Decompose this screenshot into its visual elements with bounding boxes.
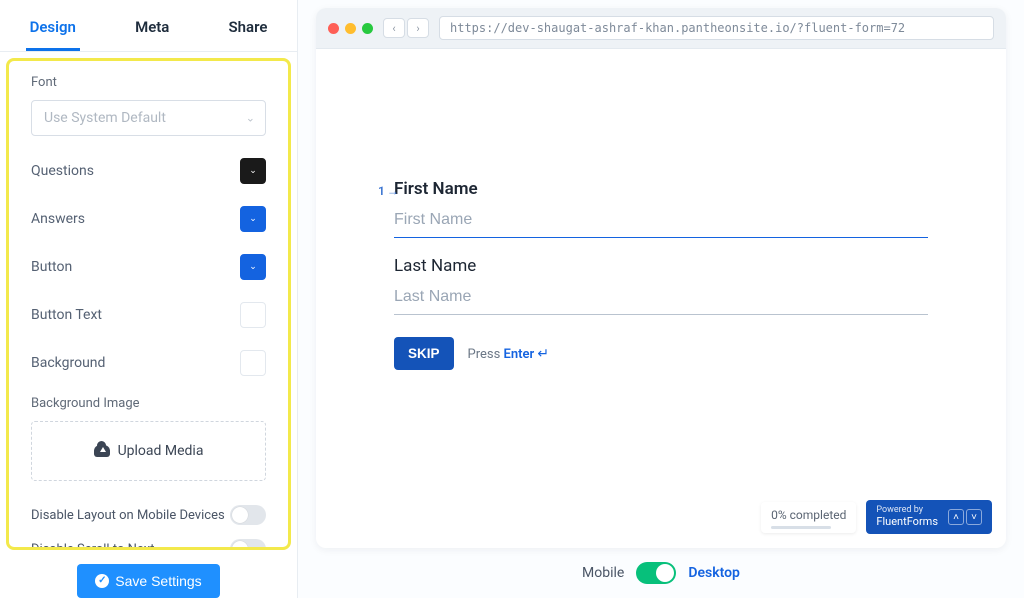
chevron-left-icon: ‹	[392, 22, 395, 35]
chevron-down-icon[interactable]: ˅	[966, 509, 982, 525]
save-settings-label: Save Settings	[115, 573, 201, 589]
first-name-field: First Name	[394, 179, 928, 238]
chevron-down-icon: ⌄	[249, 166, 257, 176]
chevron-up-icon[interactable]: ˄	[948, 509, 964, 525]
toggle-disable-scroll: Disable Scroll to Next	[31, 539, 266, 550]
enter-key-icon: ↵	[537, 346, 549, 362]
row-button-text: Button Text	[31, 302, 266, 328]
window-controls	[328, 23, 373, 34]
background-label: Background	[31, 355, 105, 371]
background-color-swatch[interactable]	[240, 350, 266, 376]
toggle-disable-scroll-switch[interactable]	[230, 539, 266, 550]
button-color-swatch[interactable]: ⌄	[240, 254, 266, 280]
chevron-down-icon: ⌄	[246, 112, 255, 125]
device-desktop-label[interactable]: Desktop	[688, 565, 740, 581]
sidebar-tabs: Design Meta Share	[0, 0, 297, 52]
skip-button[interactable]: SKIP	[394, 337, 454, 370]
button-text-label: Button Text	[31, 307, 102, 323]
questions-label: Questions	[31, 163, 94, 179]
row-questions: Questions ⌄	[31, 158, 266, 184]
nav-forward-button[interactable]: ›	[407, 18, 429, 38]
questions-color-swatch[interactable]: ⌄	[240, 158, 266, 184]
chevron-right-icon: ›	[416, 22, 419, 35]
browser-toolbar: ‹ › https://dev-shaugat-ashraf-khan.pant…	[316, 8, 1006, 49]
answers-color-swatch[interactable]: ⌄	[240, 206, 266, 232]
upload-media-button[interactable]: Upload Media	[31, 421, 266, 481]
button-label: Button	[31, 259, 72, 275]
row-answers: Answers ⌄	[31, 206, 266, 232]
button-text-color-swatch[interactable]	[240, 302, 266, 328]
url-bar[interactable]: https://dev-shaugat-ashraf-khan.pantheon…	[439, 16, 994, 40]
chevron-down-icon: ⌄	[249, 214, 257, 224]
font-label: Font	[31, 75, 266, 90]
nav-back-button[interactable]: ‹	[383, 18, 405, 38]
window-minimize-icon	[345, 23, 356, 34]
preview-pane: ‹ › https://dev-shaugat-ashraf-khan.pant…	[298, 0, 1024, 598]
window-close-icon	[328, 23, 339, 34]
first-name-label: First Name	[394, 179, 928, 199]
tab-share[interactable]: Share	[224, 10, 271, 51]
toggle-disable-mobile-label: Disable Layout on Mobile Devices	[31, 508, 225, 523]
chevron-down-icon: ⌄	[249, 262, 257, 272]
cloud-upload-icon	[94, 445, 110, 457]
answers-label: Answers	[31, 211, 85, 227]
last-name-label: Last Name	[394, 256, 928, 276]
last-name-input[interactable]	[394, 282, 928, 315]
font-select-value: Use System Default	[44, 110, 166, 126]
step-indicator: 1→	[378, 184, 399, 198]
device-mobile-label[interactable]: Mobile	[582, 565, 624, 581]
device-toggle-switch[interactable]	[636, 562, 676, 584]
powered-by-badge[interactable]: Powered by FluentForms ˄ ˅	[866, 500, 992, 534]
design-sidebar: Design Meta Share Font Use System Defaul…	[0, 0, 298, 598]
progress-indicator: 0% completed	[761, 502, 856, 533]
browser-frame: ‹ › https://dev-shaugat-ashraf-khan.pant…	[316, 8, 1006, 548]
toggle-disable-mobile: Disable Layout on Mobile Devices	[31, 505, 266, 525]
enter-hint: Press Enter ↵	[468, 346, 550, 362]
last-name-field: Last Name	[394, 256, 928, 315]
tab-design[interactable]: Design	[26, 10, 80, 51]
form-canvas: 1→ First Name Last Name SKIP Press Enter…	[316, 49, 1006, 548]
upload-media-label: Upload Media	[118, 443, 204, 459]
first-name-input[interactable]	[394, 205, 928, 238]
check-circle-icon: ✓	[95, 574, 109, 588]
row-button: Button ⌄	[31, 254, 266, 280]
row-background: Background	[31, 350, 266, 376]
arrow-right-icon: →	[387, 184, 399, 198]
save-settings-button[interactable]: ✓ Save Settings	[77, 564, 219, 598]
toggle-disable-scroll-label: Disable Scroll to Next	[31, 542, 154, 551]
window-zoom-icon	[362, 23, 373, 34]
background-image-label: Background Image	[31, 396, 266, 411]
design-panel: Font Use System Default ⌄ Questions ⌄ An…	[6, 58, 291, 550]
toggle-disable-mobile-switch[interactable]	[230, 505, 266, 525]
font-select[interactable]: Use System Default ⌄	[31, 100, 266, 136]
tab-meta[interactable]: Meta	[131, 10, 173, 51]
device-toggle: Mobile Desktop	[316, 548, 1006, 598]
